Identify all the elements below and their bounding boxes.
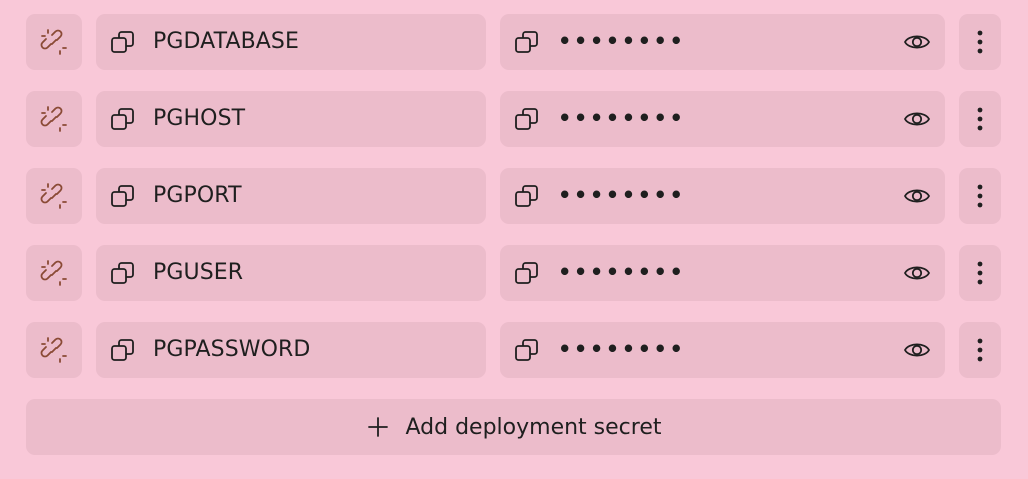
copy-icon[interactable] [110, 183, 136, 209]
secret-key-field[interactable]: PGHOST [96, 91, 486, 147]
copy-icon[interactable] [514, 337, 540, 363]
more-vertical-icon [977, 184, 983, 208]
unlink-icon [40, 183, 67, 209]
secret-value-masked: •••••••• [558, 29, 686, 53]
secret-row: PGHOST •••••••• [0, 91, 1028, 147]
secret-key-field[interactable]: PGUSER [96, 245, 486, 301]
more-options-button[interactable] [959, 245, 1001, 301]
secret-key-name: PGPASSWORD [153, 337, 311, 362]
secret-value-field[interactable]: •••••••• [500, 14, 945, 70]
secret-key-name: PGHOST [153, 106, 246, 131]
secret-value-masked: •••••••• [558, 337, 686, 361]
unlink-button[interactable] [26, 322, 82, 378]
more-options-button[interactable] [959, 322, 1001, 378]
eye-icon[interactable] [903, 260, 931, 286]
add-deployment-secret-label: Add deployment secret [405, 414, 662, 440]
eye-icon[interactable] [903, 29, 931, 55]
unlink-icon [40, 337, 67, 363]
secret-row: PGDATABASE •••••••• [0, 14, 1028, 70]
secret-row: PGPORT •••••••• [0, 168, 1028, 224]
unlink-icon [40, 106, 67, 132]
add-deployment-secret-button[interactable]: Add deployment secret [26, 399, 1001, 455]
plus-icon [367, 417, 388, 437]
secret-value-field[interactable]: •••••••• [500, 245, 945, 301]
more-vertical-icon [977, 338, 983, 362]
secret-key-field[interactable]: PGPASSWORD [96, 322, 486, 378]
more-options-button[interactable] [959, 14, 1001, 70]
secret-row: PGUSER •••••••• [0, 245, 1028, 301]
secret-key-name: PGDATABASE [153, 29, 299, 54]
secret-value-field[interactable]: •••••••• [500, 91, 945, 147]
secret-key-field[interactable]: PGPORT [96, 168, 486, 224]
deployment-secrets-panel: PGDATABASE •••••••• PGHOST •••••••• PGPO… [0, 0, 1028, 479]
copy-icon[interactable] [514, 260, 540, 286]
secret-key-field[interactable]: PGDATABASE [96, 14, 486, 70]
copy-icon[interactable] [110, 337, 136, 363]
secret-key-name: PGUSER [153, 260, 244, 285]
more-options-button[interactable] [959, 91, 1001, 147]
unlink-button[interactable] [26, 14, 82, 70]
copy-icon[interactable] [514, 29, 540, 55]
secret-value-field[interactable]: •••••••• [500, 322, 945, 378]
secret-row: PGPASSWORD •••••••• [0, 322, 1028, 378]
eye-icon[interactable] [903, 183, 931, 209]
unlink-button[interactable] [26, 245, 82, 301]
secret-value-masked: •••••••• [558, 183, 686, 207]
unlink-icon [40, 260, 67, 286]
copy-icon[interactable] [110, 260, 136, 286]
secret-value-masked: •••••••• [558, 260, 686, 284]
secret-key-name: PGPORT [153, 183, 242, 208]
secret-value-field[interactable]: •••••••• [500, 168, 945, 224]
unlink-button[interactable] [26, 168, 82, 224]
eye-icon[interactable] [903, 337, 931, 363]
copy-icon[interactable] [110, 29, 136, 55]
copy-icon[interactable] [514, 106, 540, 132]
unlink-button[interactable] [26, 91, 82, 147]
copy-icon[interactable] [514, 183, 540, 209]
unlink-icon [40, 29, 67, 55]
secret-value-masked: •••••••• [558, 106, 686, 130]
more-vertical-icon [977, 30, 983, 54]
copy-icon[interactable] [110, 106, 136, 132]
more-vertical-icon [977, 261, 983, 285]
eye-icon[interactable] [903, 106, 931, 132]
more-vertical-icon [977, 107, 983, 131]
more-options-button[interactable] [959, 168, 1001, 224]
